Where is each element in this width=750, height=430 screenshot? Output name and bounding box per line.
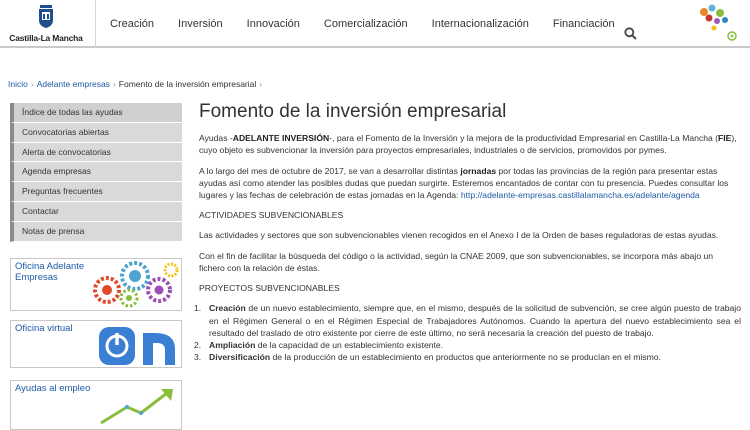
promo-oficina-virtual[interactable]: Oficina virtual <box>10 320 182 368</box>
jornadas-bold: jornadas <box>460 165 497 176</box>
search-icon[interactable] <box>624 27 637 40</box>
list-item-title: Diversificación <box>209 352 271 363</box>
logo-text: Castilla-La Mancha <box>9 33 83 43</box>
promo-label: Oficina Adelante Empresas <box>15 261 85 283</box>
text-run: A lo largo del mes de octubre de 2017, s… <box>199 165 461 176</box>
main-nav: Creación Inversión Innovación Comerciali… <box>110 0 639 48</box>
adelante-gears-logo-icon <box>700 4 737 41</box>
list-item-text: de la capacidad de un establecimiento ex… <box>255 339 444 350</box>
breadcrumb-chevron-icon: › <box>30 79 34 89</box>
section-heading-actividades: ACTIVIDADES SUBVENCIONABLES <box>199 210 344 221</box>
colored-gears-icon <box>93 261 179 308</box>
sidebar-item-preguntas[interactable]: Preguntas frecuentes <box>10 182 182 202</box>
nav-financiacion[interactable]: Financiación <box>553 18 615 30</box>
sidebar-item-convocatorias[interactable]: Convocatorias abiertas <box>10 122 182 143</box>
list-item-text: de un nuevo establecimiento, siempre que… <box>209 303 741 338</box>
list-item: 3. Diversificación de la producción de un… <box>194 351 741 363</box>
sidebar-item-notas[interactable]: Notas de prensa <box>10 221 182 242</box>
sidebar-item-agenda[interactable]: Agenda empresas <box>10 162 182 183</box>
section-heading-proyectos: PROYECTOS SUBVENCIONABLES <box>199 283 340 294</box>
site-logo[interactable]: Castilla-La Mancha <box>6 0 86 48</box>
text-run: -, para el Fomento de la Inversión y la … <box>329 133 719 143</box>
promo-label: Oficina virtual <box>15 323 73 334</box>
text-run: Ayudas - <box>199 133 233 143</box>
nav-comercializacion[interactable]: Comercialización <box>324 18 408 30</box>
breadcrumb-chevron-icon: › <box>112 79 116 89</box>
nav-creacion[interactable]: Creación <box>110 18 154 30</box>
jornadas-paragraph: A lo largo del mes de octubre de 2017, s… <box>199 165 741 202</box>
nav-innovacion[interactable]: Innovación <box>247 18 300 30</box>
promo-label: Ayudas al empleo <box>15 383 91 394</box>
site-header: Castilla-La Mancha Creación Inversión In… <box>0 0 750 48</box>
header-divider <box>95 0 96 48</box>
intro-paragraph: Ayudas -ADELANTE INVERSIÓN-, para el Fom… <box>199 132 741 157</box>
list-number: 3. <box>194 352 202 363</box>
coat-of-arms-icon <box>39 5 53 28</box>
cnae-paragraph: Con el fin de facilitar la búsqueda del … <box>199 250 714 274</box>
breadcrumb: Inicio › Adelante empresas › Fomento de la i… <box>8 79 265 89</box>
on-power-icon <box>99 327 175 365</box>
sidebar-item-indice[interactable]: Índice de todas las ayudas <box>10 103 182 123</box>
sidebar-item-contactar[interactable]: Contactar <box>10 201 182 222</box>
program-acronym: FIE <box>718 133 732 143</box>
page-title: Fomento de la inversión empresarial <box>199 101 507 122</box>
proyectos-list: 1. Creación de un nuevo establecimiento, … <box>194 302 741 363</box>
breadcrumb-current: Fomento de la inversión empresarial <box>118 79 257 89</box>
growth-arrow-icon <box>100 389 173 425</box>
breadcrumb-home[interactable]: Inicio <box>8 79 28 89</box>
list-number: 1. <box>194 303 202 314</box>
sidebar-menu: Índice de todas las ayudas Convocatorias… <box>10 103 182 242</box>
nav-internacionalizacion[interactable]: Internacionalización <box>432 18 529 30</box>
list-item-title: Creación <box>209 303 246 314</box>
breadcrumb-adelante[interactable]: Adelante empresas <box>37 79 110 89</box>
breadcrumb-chevron-icon: › <box>259 79 263 89</box>
list-number: 2. <box>194 339 202 350</box>
agenda-link[interactable]: http://adelante-empresas.castillalamanch… <box>461 190 700 200</box>
list-item: 1. Creación de un nuevo establecimiento, … <box>194 302 741 339</box>
sidebar-item-alerta[interactable]: Alerta de convocatorias <box>10 142 182 163</box>
actividades-paragraph: Las actividades y sectores que son subve… <box>199 230 719 241</box>
list-item-title: Ampliación <box>209 339 256 350</box>
program-name: ADELANTE INVERSIÓN <box>232 133 330 143</box>
main-content: Fomento de la inversión empresarial Ayud… <box>194 101 741 363</box>
sidebar: Índice de todas las ayudas Convocatorias… <box>10 103 182 242</box>
list-item-text: de la producción de un establecimiento e… <box>270 352 661 363</box>
list-item: 2. Ampliación de la capacidad de un estab… <box>194 339 741 351</box>
nav-inversion[interactable]: Inversión <box>178 18 223 30</box>
promo-oficina-adelante[interactable]: Oficina Adelante Empresas <box>10 258 182 311</box>
